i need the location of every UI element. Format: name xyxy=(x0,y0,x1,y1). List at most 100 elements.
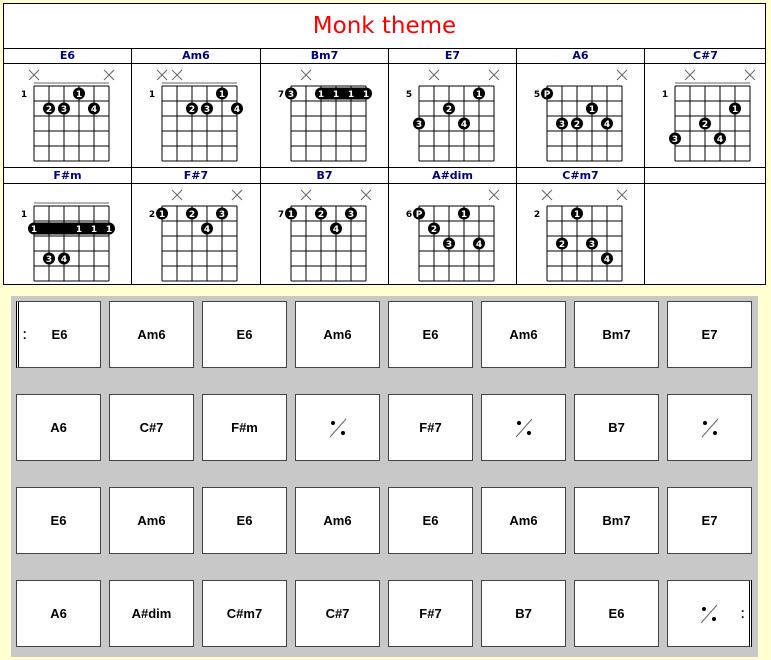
bar-chord[interactable]: A6 xyxy=(16,394,101,461)
fretboard-diagram: 21234 xyxy=(149,189,243,282)
bar-chord[interactable]: E6 xyxy=(574,580,659,647)
bar-chord-label: F#m xyxy=(231,420,258,435)
bar-chord[interactable]: E6 xyxy=(388,301,473,368)
chord-diagrams-panel: Monk theme E6 1 1 2 3 4 Am6 1 1 2 3 4 Bm7 7 1 1 1 1 3 E7 5 1 2… xyxy=(3,3,766,285)
muted-string-icon xyxy=(171,69,183,81)
finger-number: 4 xyxy=(461,120,467,130)
fretboard-diagram: 1 1 23 4 xyxy=(149,69,243,162)
bar-chord[interactable]: C#7 xyxy=(109,394,194,461)
finger-number: 2 xyxy=(46,105,52,115)
finger-number: P xyxy=(416,210,423,220)
fretboard-diagram: 21234 xyxy=(534,189,628,282)
bar-chord[interactable]: A6 xyxy=(16,580,101,647)
bar-chord[interactable]: F#7 xyxy=(388,394,473,461)
muted-string-icon xyxy=(231,189,243,201)
bar-chord-label: C#m7 xyxy=(226,606,263,621)
muted-string-icon xyxy=(541,189,553,201)
muted-string-icon xyxy=(488,69,500,81)
chord-name: A6 xyxy=(517,48,644,64)
muted-string-icon xyxy=(428,69,440,81)
bar-chord-label: E6 xyxy=(422,513,439,528)
finger-number: 1 xyxy=(91,225,97,235)
bar-chord[interactable]: Am6 xyxy=(481,301,566,368)
finger-number: 1 xyxy=(348,90,354,100)
bar-chord[interactable]: E7 xyxy=(667,487,752,554)
bar-chord-label: A#dim xyxy=(131,606,172,621)
chord-diagram-cell: B7 7 1 2 3 4 xyxy=(261,168,389,285)
bar-chord[interactable]: E6 xyxy=(16,487,101,554)
finger-number: 3 xyxy=(61,105,67,115)
finger-number: 3 xyxy=(446,240,452,250)
chord-name: B7 xyxy=(261,168,388,184)
bar-repeat-previous[interactable]: · · xyxy=(667,580,752,647)
fretboard-diagram: 6 P 1 23 4 xyxy=(406,189,500,282)
bar-chord[interactable]: C#m7 xyxy=(202,580,287,647)
bar-chord[interactable]: E6 xyxy=(202,487,287,554)
finger-number: 3 xyxy=(559,120,565,130)
bar-chord[interactable]: Am6 xyxy=(481,487,566,554)
fret-number-label: 5 xyxy=(534,90,540,100)
bar-chord[interactable]: Am6 xyxy=(295,301,380,368)
muted-string-icon xyxy=(103,69,115,81)
bar-chord-label: Am6 xyxy=(137,513,166,528)
fret-number-label: 1 xyxy=(149,90,155,100)
bar-chord[interactable]: Am6 xyxy=(109,487,194,554)
bar-repeat-previous[interactable] xyxy=(295,394,380,461)
finger-number: 1 xyxy=(219,90,225,100)
bar-chord-label: E6 xyxy=(422,327,439,342)
chord-name: C#m7 xyxy=(517,168,644,184)
finger-number: 1 xyxy=(106,225,112,235)
fretboard-diagram: 1 1 23 4 xyxy=(21,69,115,162)
bar-chord[interactable]: E7 xyxy=(667,301,752,368)
repeat-bar-icon xyxy=(700,604,717,623)
repeat-bar-icon xyxy=(701,418,718,437)
muted-string-icon xyxy=(300,189,312,201)
finger-number: 2 xyxy=(189,210,195,220)
bar-chord[interactable]: E6 xyxy=(202,301,287,368)
bar-chord[interactable]: F#m xyxy=(202,394,287,461)
finger-number: 1 xyxy=(159,210,165,220)
bar-chord-label: Bm7 xyxy=(602,327,631,342)
bar-repeat-previous[interactable] xyxy=(667,394,752,461)
finger-number: 2 xyxy=(559,240,565,250)
finger-number: 4 xyxy=(717,135,723,145)
muted-string-icon xyxy=(300,69,312,81)
chord-grid: · · E6 Am6 E6 Am6 E6 Am6 Bm7 E7 A6 C#7 F#m F#7 B7 E6 Am6… xyxy=(11,296,758,657)
bar-repeat-previous[interactable] xyxy=(481,394,566,461)
bar-chord-label: Bm7 xyxy=(602,513,631,528)
bar-chord[interactable]: B7 xyxy=(481,580,566,647)
bar-chord[interactable]: C#7 xyxy=(295,580,380,647)
fret-number-label: 1 xyxy=(21,90,27,100)
finger-number: 1 xyxy=(76,90,82,100)
chord-diagram-cell: E7 5 1 2 3 4 xyxy=(389,48,517,168)
bar-chord[interactable]: B7 xyxy=(574,394,659,461)
bar-chord[interactable]: · · E6 xyxy=(16,301,101,368)
bar-chord[interactable]: A#dim xyxy=(109,580,194,647)
chord-diagram-cell: C#m7 2 1 2 3 4 xyxy=(517,168,645,285)
chord-diagram-cell: Am6 1 1 2 3 4 xyxy=(132,48,261,168)
finger-number: 3 xyxy=(204,105,210,115)
chord-name: C#7 xyxy=(645,48,766,64)
finger-number: 4 xyxy=(476,240,482,250)
bar-chord[interactable]: E6 xyxy=(388,487,473,554)
fretboard-diagram: 7 1 1 1 13 xyxy=(278,69,372,162)
chord-diagram-cell: Bm7 7 1 1 1 1 3 xyxy=(261,48,389,168)
bar-chord-label: B7 xyxy=(608,420,625,435)
bar-chord[interactable]: Am6 xyxy=(295,487,380,554)
finger-number: 3 xyxy=(672,135,678,145)
muted-string-icon xyxy=(156,69,168,81)
finger-number: 1 xyxy=(76,225,82,235)
finger-number: 2 xyxy=(574,120,580,130)
fret-number-label: 7 xyxy=(278,210,284,220)
bar-chord[interactable]: Am6 xyxy=(109,301,194,368)
bar-chord-label: E6 xyxy=(50,513,67,528)
bar-chord[interactable]: Bm7 xyxy=(574,487,659,554)
bar-chord-label: E7 xyxy=(701,327,718,342)
repeat-bar-icon xyxy=(515,418,532,437)
finger-number: P xyxy=(544,90,551,100)
fret-number-label: 2 xyxy=(534,210,540,220)
bar-chord[interactable]: F#7 xyxy=(388,580,473,647)
bar-chord[interactable]: Bm7 xyxy=(574,301,659,368)
barre-bar xyxy=(28,222,115,235)
bar-chord-label: E7 xyxy=(701,513,718,528)
